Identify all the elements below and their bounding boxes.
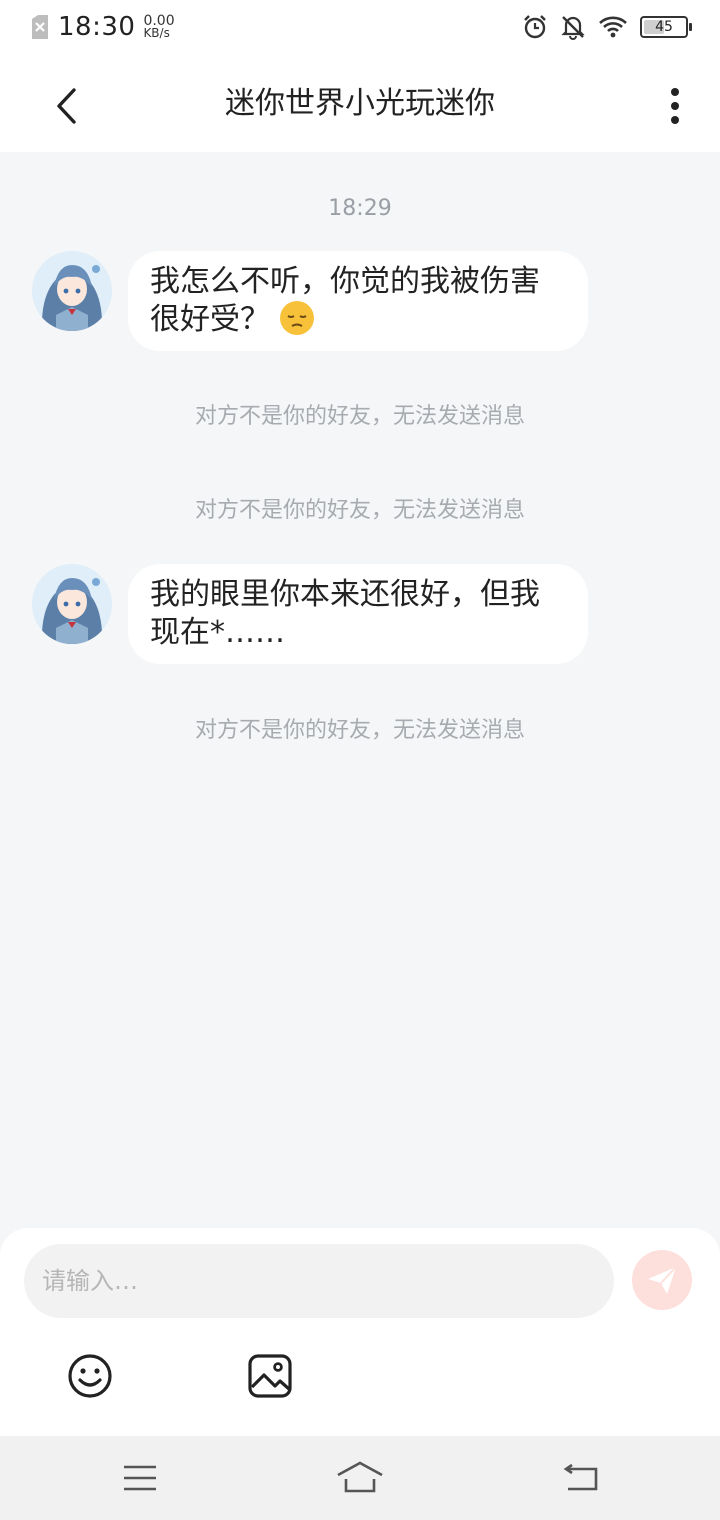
send-button[interactable]: [632, 1250, 692, 1310]
back-icon: [563, 1463, 598, 1491]
emoji-button[interactable]: [66, 1352, 114, 1400]
message-bubble[interactable]: 我怎么不听，你觉的我被伤害很好受？: [128, 251, 588, 351]
message-list[interactable]: 18:29 我怎么不听，你觉的我被伤害很好受？ 对方不是你的好友，无法发送消息 …: [0, 152, 720, 1228]
pensive-face-emoji: [279, 301, 314, 335]
menu-icon: [124, 1465, 156, 1491]
status-time: 18:30: [58, 12, 136, 42]
battery-level: 45: [655, 19, 673, 35]
composer-panel: [0, 1228, 720, 1436]
system-notice: 对方不是你的好友，无法发送消息: [194, 498, 525, 523]
message-row: 我怎么不听，你觉的我被伤害很好受？: [32, 251, 588, 351]
more-vertical-icon: [671, 88, 679, 124]
home-icon: [337, 1461, 383, 1493]
chevron-left-icon: [57, 88, 76, 124]
back-button[interactable]: [46, 82, 86, 130]
sim-off-icon: [32, 15, 48, 39]
status-bar: 18:30 0.00 KB/s 45: [0, 0, 720, 60]
message-input[interactable]: [24, 1244, 614, 1318]
message-bubble[interactable]: 我的眼里你本来还很好，但我现在*……: [128, 564, 588, 664]
image-button[interactable]: [246, 1352, 294, 1400]
page-title: 迷你世界小光玩迷你: [225, 86, 495, 121]
more-options-button[interactable]: [660, 84, 690, 128]
emoji-icon: [68, 1354, 112, 1398]
battery-icon: 45: [640, 16, 692, 38]
system-notice: 对方不是你的好友，无法发送消息: [194, 404, 525, 429]
send-icon: [648, 1266, 677, 1294]
avatar[interactable]: [32, 251, 112, 331]
notification-off-icon: [561, 16, 585, 40]
network-speed-unit: KB/s: [143, 26, 170, 40]
network-speed: 0.00 KB/s: [143, 14, 174, 40]
menu-button[interactable]: [116, 1458, 164, 1498]
system-notice: 对方不是你的好友，无法发送消息: [194, 718, 525, 743]
avatar[interactable]: [32, 564, 112, 644]
message-text: 我怎么不听，你觉的我被伤害很好受？: [150, 264, 540, 337]
wifi-icon: [599, 16, 627, 38]
chat-header: 迷你世界小光玩迷你: [0, 60, 720, 152]
home-button[interactable]: [336, 1458, 384, 1498]
message-timestamp: 18:29: [328, 196, 392, 221]
system-navigation-bar: [0, 1436, 720, 1520]
back-nav-button[interactable]: [556, 1458, 604, 1498]
image-icon: [248, 1354, 292, 1398]
message-text: 我的眼里你本来还很好，但我现在*……: [150, 577, 540, 650]
message-row: 我的眼里你本来还很好，但我现在*……: [32, 564, 588, 664]
alarm-icon: [524, 15, 546, 39]
